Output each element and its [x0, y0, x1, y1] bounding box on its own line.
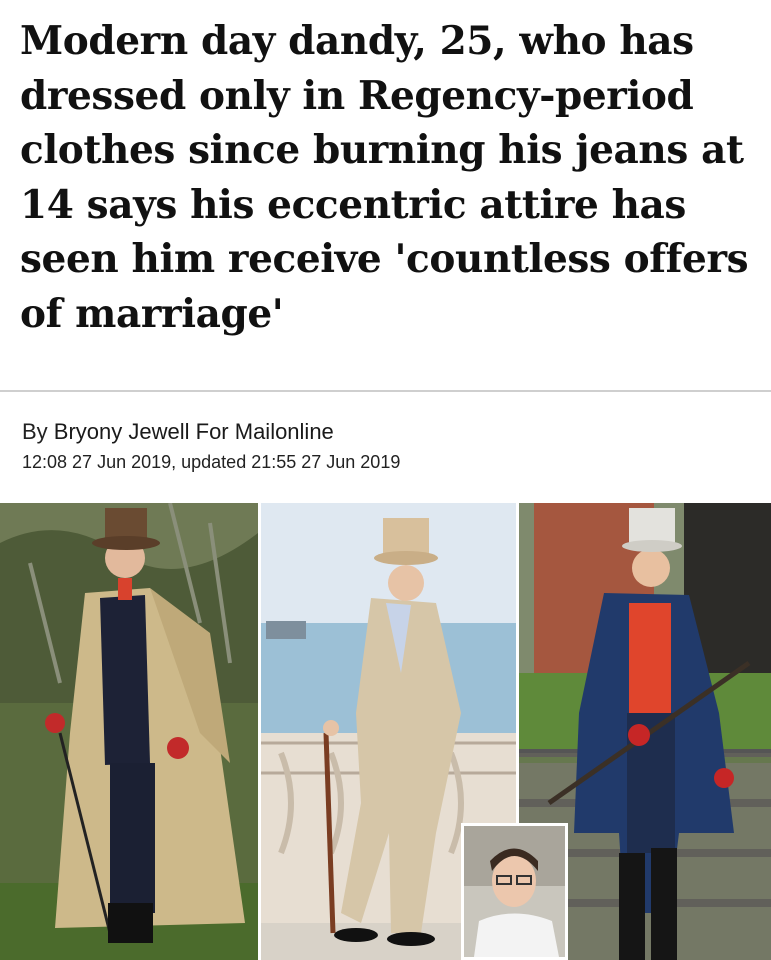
byline: By Bryony Jewell For Mailonline	[22, 418, 400, 446]
headline-line: 14 says his eccentric attire has	[20, 181, 686, 228]
inset-teen-photo[interactable]	[461, 823, 568, 960]
divider	[0, 390, 771, 392]
photo-greatcoat[interactable]	[0, 503, 258, 960]
article-headline: Modern day dandy, 25, who has dressed on…	[20, 14, 760, 341]
byline-prefix: By	[22, 419, 54, 444]
headline-line: clothes since burning his jeans at	[20, 127, 744, 173]
headline-line: Modern day dandy, 25, who has	[20, 18, 694, 64]
timestamp: 12:08 27 Jun 2019, updated 21:55 27 Jun …	[22, 452, 401, 472]
headline-line: dressed only in Regency-period	[20, 72, 694, 119]
byline-block: By Bryony Jewell For Mailonline 12:08 27…	[22, 418, 400, 474]
headline-line: seen him receive 'countless offers	[20, 236, 749, 282]
author-link[interactable]: Bryony Jewell For Mailonline	[54, 419, 334, 444]
headline-line: of marriage'	[20, 290, 284, 337]
